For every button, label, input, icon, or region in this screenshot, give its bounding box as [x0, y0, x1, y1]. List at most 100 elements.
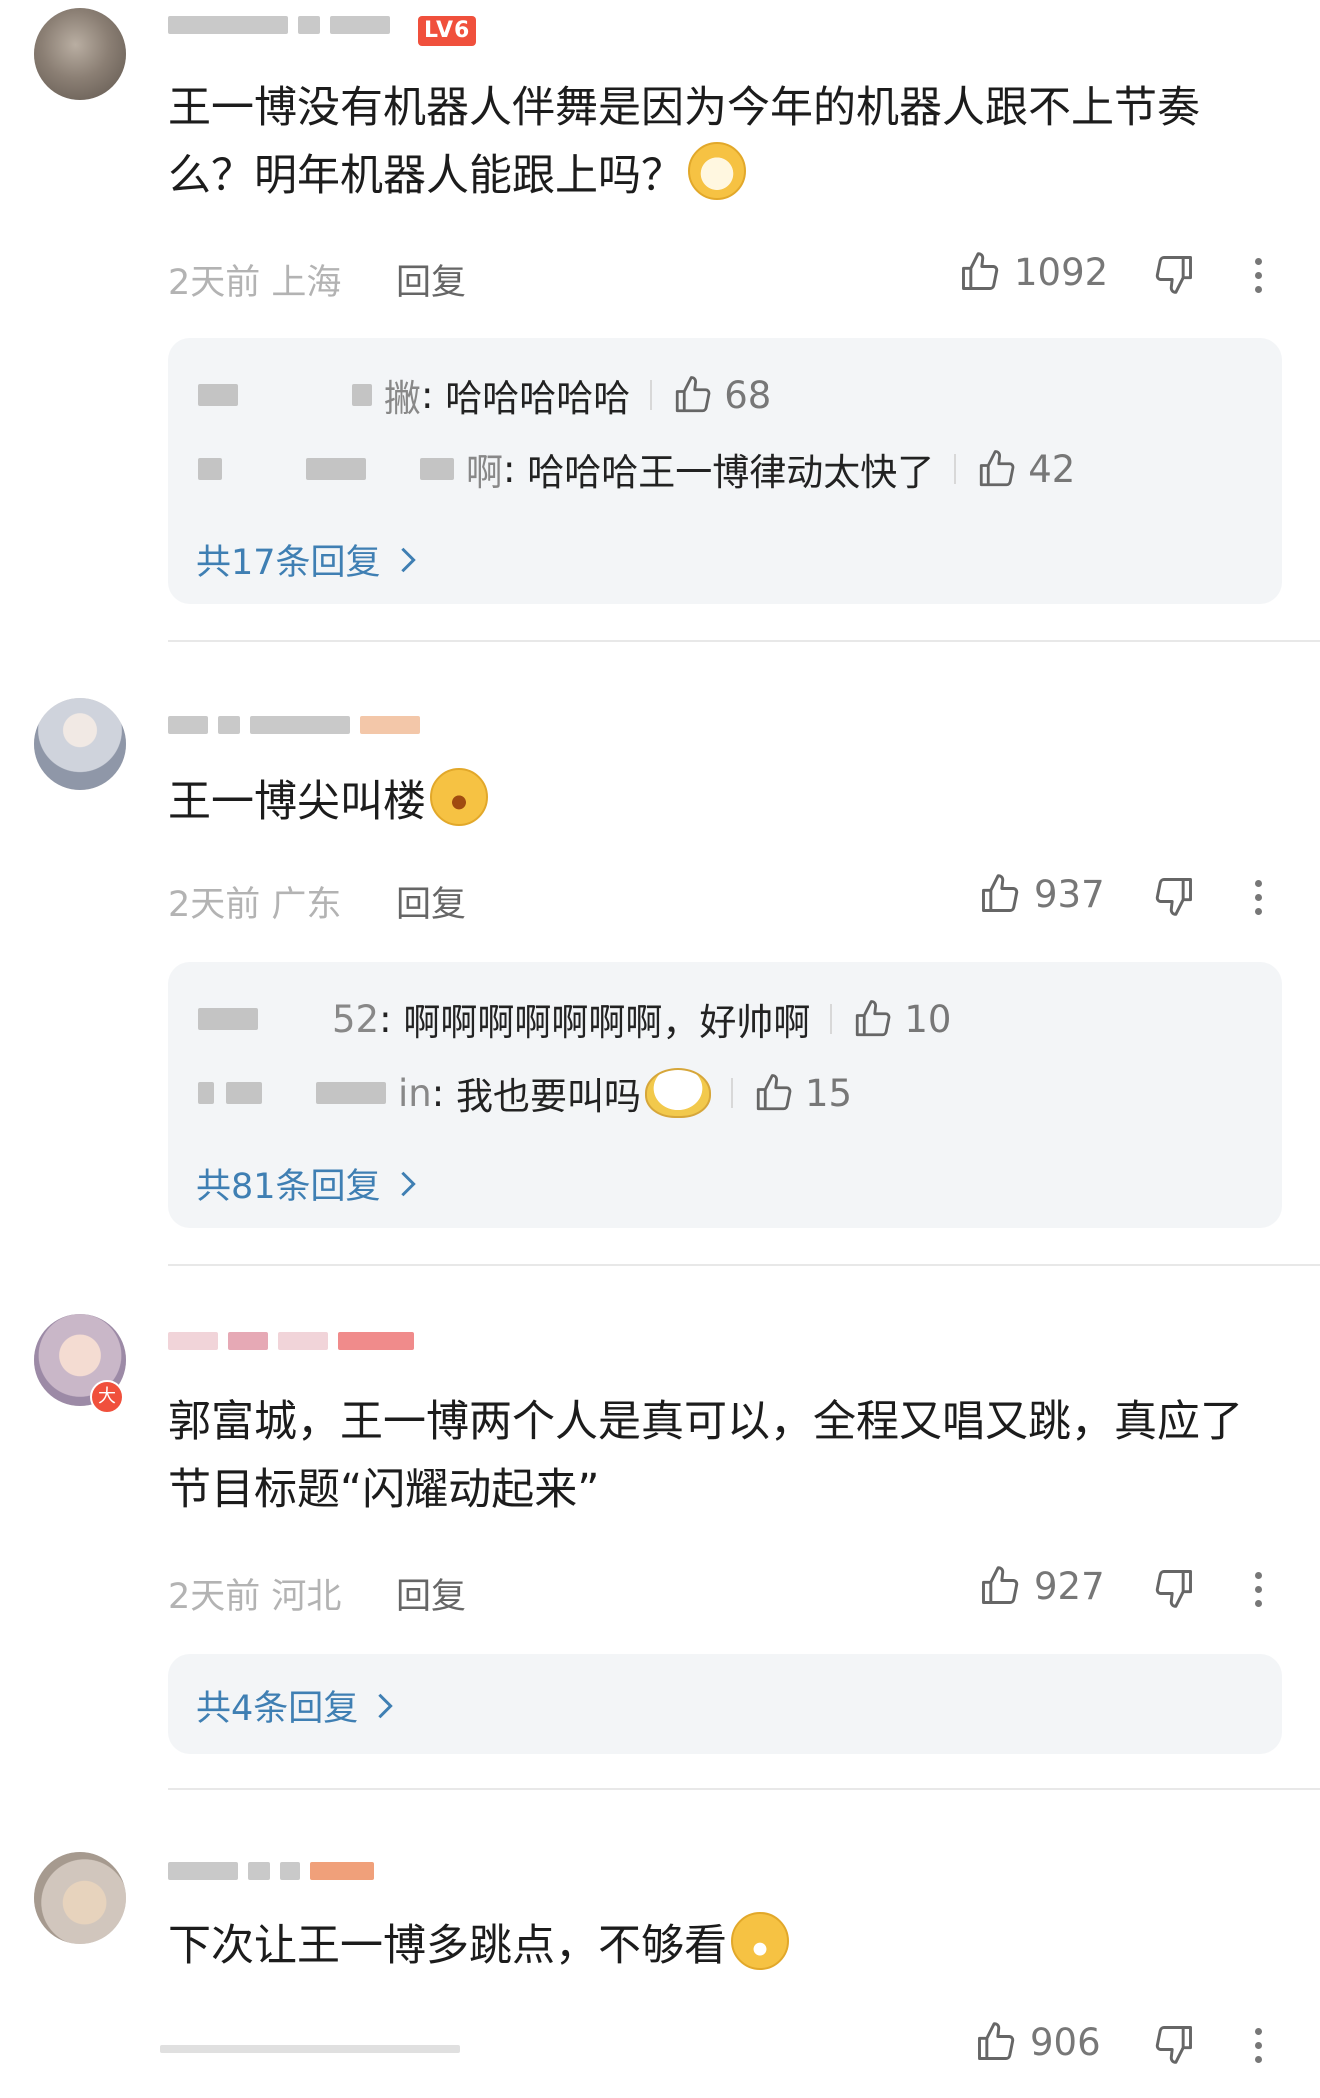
thumbs-up-icon	[962, 252, 999, 290]
thumbs-down-icon	[1155, 1570, 1192, 1608]
like-count: 937	[1034, 872, 1105, 916]
separator	[830, 1004, 833, 1034]
like-button[interactable]: 937	[978, 872, 1105, 916]
reply-colon: :	[431, 1071, 456, 1115]
avatar[interactable]	[34, 1852, 126, 1944]
more-options-icon[interactable]	[1252, 258, 1264, 300]
reply-author-suffix: 撇	[384, 377, 421, 420]
avatar[interactable]	[34, 698, 126, 790]
total-replies-label: 共81条回复	[196, 1167, 381, 1207]
chevron-right-icon	[378, 1693, 394, 1718]
reply-button[interactable]: 回复	[396, 254, 466, 305]
divider	[168, 1264, 1320, 1266]
reply-row[interactable]: in: 我也要叫吗 15	[198, 1066, 852, 1120]
reply-author-suffix: 52	[332, 997, 380, 1041]
thumbs-up-icon	[756, 1074, 792, 1111]
reply-like-count: 15	[804, 1071, 853, 1115]
total-replies-label: 共4条回复	[196, 1689, 359, 1729]
blurred-meta	[160, 2038, 470, 2060]
username-blurred[interactable]	[168, 14, 400, 36]
more-options-icon[interactable]	[1252, 2028, 1264, 2070]
reply-like-button[interactable]: 15	[753, 1072, 852, 1115]
reply-preview-box: 撇: 哈哈哈哈哈 68 啊: 哈哈哈王一博律动太快了 42 共17条回复	[168, 338, 1282, 604]
avatar[interactable]	[34, 8, 126, 100]
comment-text: 王一博尖叫楼	[168, 768, 1268, 836]
like-button[interactable]: 1092	[958, 250, 1108, 294]
reply-like-count: 10	[904, 997, 952, 1041]
username-blurred[interactable]	[168, 1860, 384, 1882]
dislike-button[interactable]	[1152, 252, 1196, 300]
comment-location: 河北	[271, 1577, 342, 1617]
reply-row[interactable]: 撇: 哈哈哈哈哈 68	[198, 368, 771, 422]
username-blurred[interactable]	[168, 714, 430, 736]
separator	[954, 454, 957, 484]
thumbs-up-icon	[856, 1000, 891, 1037]
thumbs-down-icon	[1155, 256, 1192, 294]
reply-like-button[interactable]: 10	[852, 998, 951, 1041]
thumbs-up-icon	[982, 874, 1019, 912]
dislike-button[interactable]	[1152, 1566, 1196, 1614]
dislike-button[interactable]	[1152, 874, 1196, 922]
comment-text-content: 王一博没有机器人伴舞是因为今年的机器人跟不上节奏么？明年机器人能跟上吗？	[168, 83, 1200, 201]
like-button[interactable]: 927	[978, 1564, 1105, 1608]
comment-text-content: 郭富城，王一博两个人是真可以，全程又唱又跳，真应了节目标题“闪耀动起来”	[168, 1397, 1243, 1515]
screaming-face-emoji	[430, 768, 488, 826]
total-replies-label: 共17条回复	[196, 543, 381, 583]
reply-like-count: 68	[724, 373, 772, 417]
level-badge: LV6	[418, 16, 477, 46]
avatar-badge: 大	[90, 1380, 124, 1414]
thumbs-down-icon	[1155, 2026, 1192, 2064]
like-count: 927	[1034, 1564, 1105, 1608]
divider	[168, 1788, 1320, 1790]
dog-face-emoji	[688, 142, 746, 200]
view-all-replies-link[interactable]: 共17条回复	[196, 534, 419, 585]
reply-like-button[interactable]: 68	[672, 374, 771, 417]
separator	[730, 1078, 733, 1108]
reply-text: 哈哈哈王一博律动太快了	[527, 451, 935, 494]
comment-time: 2天前	[168, 263, 261, 303]
reply-colon: :	[503, 447, 528, 491]
like-button[interactable]: 906	[974, 2020, 1101, 2064]
username-blurred[interactable]	[168, 1330, 424, 1352]
comment-text: 下次让王一博多跳点，不够看	[168, 1912, 1268, 1980]
view-all-replies-link[interactable]: 共81条回复	[196, 1158, 419, 1209]
thumbs-up-icon	[978, 2022, 1015, 2060]
reply-colon: :	[421, 373, 446, 417]
crying-face-emoji	[731, 1912, 789, 1970]
reply-text: 哈哈哈哈哈	[445, 377, 631, 420]
reply-like-button[interactable]: 42	[976, 448, 1075, 491]
comment-text-content: 下次让王一博多跳点，不够看	[168, 1921, 727, 1971]
separator	[650, 380, 653, 410]
dislike-button[interactable]	[1152, 2022, 1196, 2070]
reply-row[interactable]: 52: 啊啊啊啊啊啊啊，好帅啊 10	[198, 992, 951, 1046]
comment-text-content: 王一博尖叫楼	[168, 777, 426, 827]
thumbs-down-icon	[1155, 878, 1192, 916]
reply-text: 我也要叫吗	[455, 1075, 641, 1118]
reply-preview-box: 52: 啊啊啊啊啊啊啊，好帅啊 10 in: 我也要叫吗 15 共81条回复	[168, 962, 1282, 1228]
reply-author-suffix: 啊	[466, 451, 503, 494]
like-count: 1092	[1014, 250, 1109, 294]
view-all-replies-link[interactable]: 共4条回复	[196, 1680, 396, 1731]
reply-button[interactable]: 回复	[396, 876, 466, 927]
reply-colon: :	[379, 997, 404, 1041]
thumbs-up-icon	[982, 1566, 1019, 1604]
reply-row[interactable]: 啊: 哈哈哈王一博律动太快了 42	[198, 442, 1075, 496]
thumbs-up-icon	[980, 450, 1015, 487]
comment-text: 郭富城，王一博两个人是真可以，全程又唱又跳，真应了节目标题“闪耀动起来”	[168, 1388, 1268, 1524]
comment-text: 王一博没有机器人伴舞是因为今年的机器人跟不上节奏么？明年机器人能跟上吗？	[168, 74, 1268, 210]
like-count: 906	[1030, 2020, 1101, 2064]
comment-meta: 2天前 上海	[168, 254, 341, 305]
comment-location: 广东	[271, 885, 342, 925]
chevron-right-icon	[400, 547, 416, 572]
comment-meta: 2天前 广东	[168, 876, 341, 927]
reply-author-suffix: in	[398, 1071, 432, 1115]
thumbs-up-icon	[676, 376, 711, 413]
more-options-icon[interactable]	[1252, 1572, 1264, 1614]
reply-button[interactable]: 回复	[396, 1568, 466, 1619]
comment-location: 上海	[271, 263, 342, 303]
comment-time: 2天前	[168, 885, 261, 925]
noodle-bowl-emoji	[644, 1068, 711, 1118]
comment-meta: 2天前 河北	[168, 1568, 341, 1619]
reply-text: 啊啊啊啊啊啊啊，好帅啊	[403, 1001, 811, 1044]
more-options-icon[interactable]	[1252, 880, 1264, 922]
